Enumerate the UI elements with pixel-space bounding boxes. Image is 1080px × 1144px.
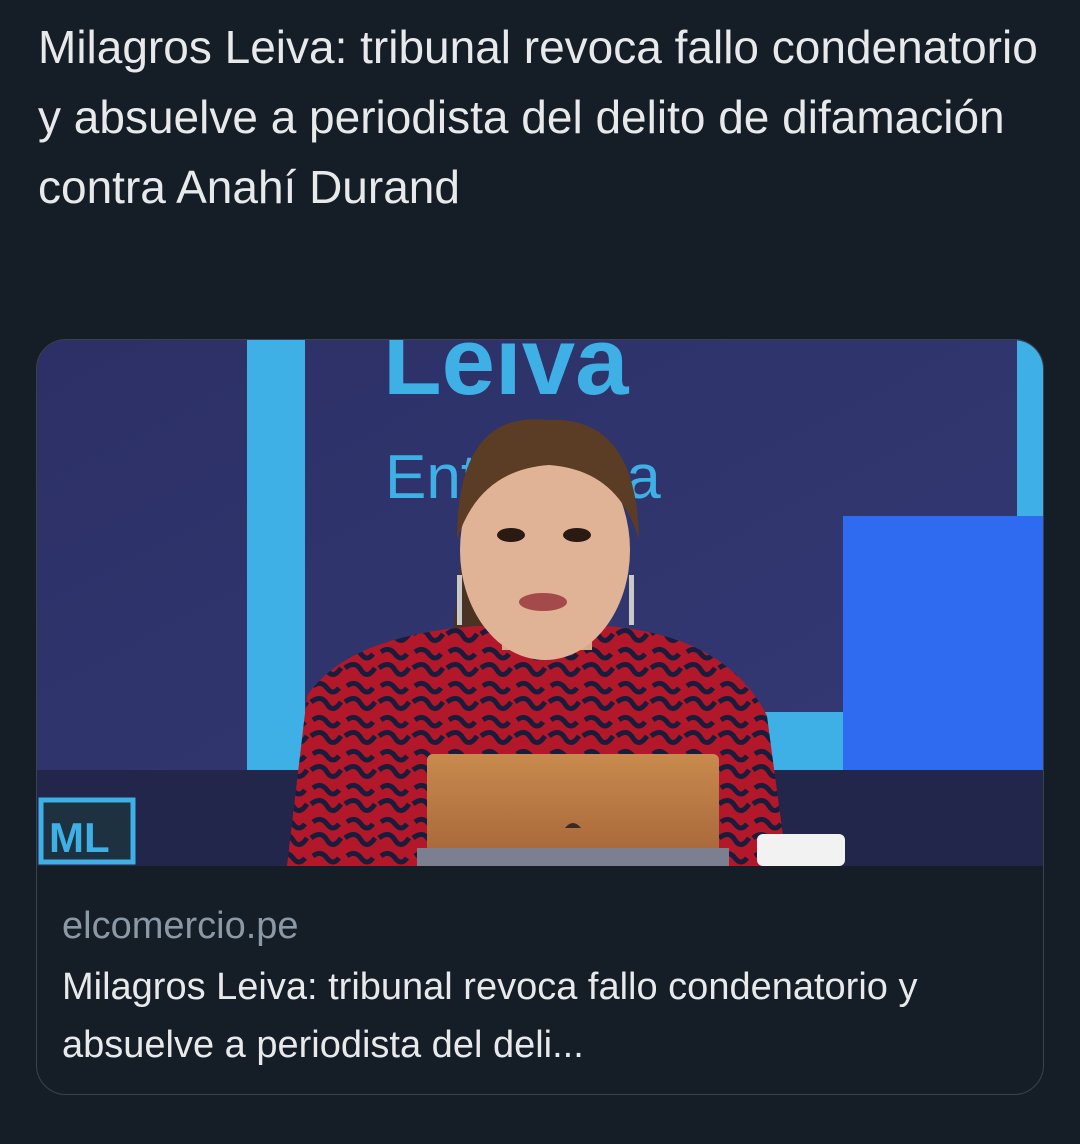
card-image[interactable]: Leiva Entrevista: [37, 340, 1043, 866]
link-preview-card[interactable]: Leiva Entrevista: [36, 339, 1044, 1095]
card-title[interactable]: Milagros Leiva: tribunal revoca fallo co…: [62, 958, 1022, 1074]
tweet-text: Milagros Leiva: tribunal revoca fallo co…: [38, 21, 1038, 213]
cup: [757, 834, 845, 866]
card-meta[interactable]: elcomercio.pe Milagros Leiva: tribunal r…: [37, 866, 1043, 1094]
card-domain[interactable]: elcomercio.pe: [62, 904, 299, 948]
ml-logo: ML: [38, 797, 136, 865]
svg-text:ML: ML: [49, 814, 110, 861]
banner-name-text: Leiva: [383, 340, 629, 415]
laptop: [417, 754, 729, 866]
